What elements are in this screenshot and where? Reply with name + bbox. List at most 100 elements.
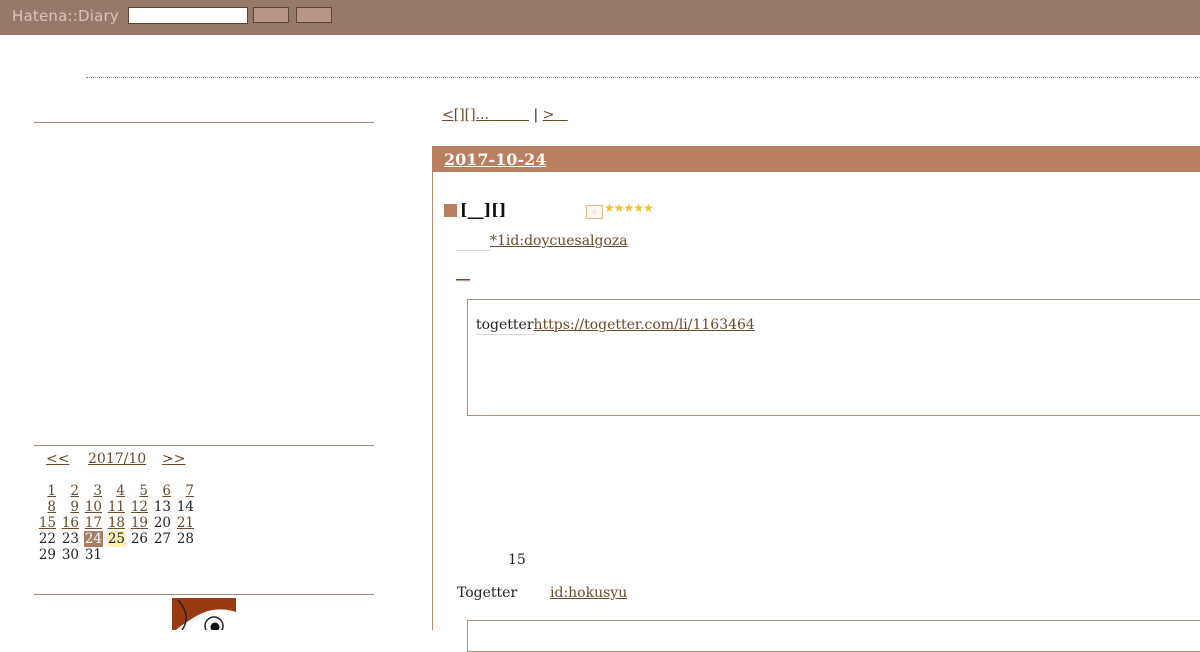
- calendar-cell: 17: [80, 515, 103, 531]
- quote-block-2: [467, 620, 1200, 652]
- calendar-day-today[interactable]: 24: [83, 531, 103, 547]
- calendar-day: 20: [153, 515, 171, 531]
- quote-block: togetterhttps://togetter.com/li/1163464: [467, 299, 1200, 416]
- togetter-url-link[interactable]: https://togetter.com/li/1163464: [534, 317, 755, 333]
- sidebar-divider-bottom: [34, 594, 374, 595]
- quote-underline: [476, 334, 534, 335]
- pager-next-link[interactable]: >: [543, 107, 555, 123]
- calendar-day[interactable]: 5: [138, 483, 149, 499]
- calendar-day[interactable]: 17: [84, 515, 103, 531]
- calendar-cell: 24: [80, 531, 103, 547]
- calendar-cell: 25: [103, 531, 126, 547]
- author-link[interactable]: *1id:doycuesalgoza: [490, 233, 628, 249]
- calendar-cell: 5: [126, 483, 149, 499]
- calendar-day[interactable]: 3: [92, 483, 103, 499]
- calendar-month-link[interactable]: 2017/10: [88, 451, 146, 467]
- calendar-cell: 1: [34, 483, 57, 499]
- calendar-day[interactable]: 9: [69, 499, 80, 515]
- calendar-day[interactable]: 21: [176, 515, 195, 531]
- calendar-cell: 31: [80, 547, 103, 563]
- header-bar: Hatena::Diary: [0, 0, 1200, 35]
- calendar-week: 15 16 17 18 19 20 21: [34, 515, 195, 531]
- date-header: 2017-10-24: [432, 146, 1200, 172]
- calendar-day: 22: [38, 531, 56, 547]
- calendar-cell: 16: [57, 515, 80, 531]
- calendar-day[interactable]: 2: [69, 483, 80, 499]
- calendar-cell: 12: [126, 499, 149, 515]
- add-star-icon[interactable]: ☆: [586, 205, 603, 219]
- author-underline: [456, 250, 490, 251]
- search-button[interactable]: [253, 7, 289, 23]
- quote-text: togetterhttps://togetter.com/li/1163464: [476, 317, 755, 333]
- calendar-cell: 29: [34, 547, 57, 563]
- calendar-cell: 28: [172, 531, 195, 547]
- calendar-week: 22 23 24 25 26 27 28: [34, 531, 195, 547]
- calendar-day[interactable]: 12: [130, 499, 149, 515]
- calendar-cell: 7: [172, 483, 195, 499]
- calendar-cell: 20: [149, 515, 172, 531]
- mascot-image: [172, 598, 236, 630]
- calendar-cell: 21: [172, 515, 195, 531]
- calendar-day[interactable]: 10: [84, 499, 103, 515]
- calendar-cell: 18: [103, 515, 126, 531]
- calendar-prev-link[interactable]: <<: [46, 451, 69, 467]
- calendar-day: 30: [61, 547, 79, 563]
- calendar-day: 23: [61, 531, 79, 547]
- calendar-cell: 15: [34, 515, 57, 531]
- calendar-day: 28: [176, 531, 194, 547]
- pager-next-spacer[interactable]: [554, 107, 567, 123]
- sidebar-divider-top: [34, 122, 374, 123]
- star-rating-icon[interactable]: ★★★★★: [604, 201, 654, 215]
- calendar-week: 29 30 31: [34, 547, 195, 563]
- header-divider: [86, 77, 1200, 78]
- calendar-day[interactable]: 18: [107, 515, 126, 531]
- calendar-day: 31: [84, 547, 102, 563]
- calendar-day: 27: [153, 531, 171, 547]
- calendar-day[interactable]: 4: [115, 483, 126, 499]
- calendar-day[interactable]: 16: [61, 515, 80, 531]
- section-title: [__][]: [460, 200, 507, 219]
- calendar-week: 8 9 10 11 12 13 14: [34, 499, 195, 515]
- pager-prev-spacer[interactable]: [489, 107, 529, 123]
- calendar-cell: 2: [57, 483, 80, 499]
- calendar-cell: 3: [80, 483, 103, 499]
- calendar-day: 14: [176, 499, 194, 515]
- inline-link[interactable]: __: [456, 266, 470, 282]
- search-input[interactable]: [128, 7, 248, 24]
- togetter-label: Togetter: [457, 585, 518, 601]
- calendar-grid: 1 2 3 4 5 6 7 8 9 10 11 12 13 14 15 16 17 18 19 20 21 22 23 24 2…: [34, 483, 195, 563]
- calendar-cell: 6: [149, 483, 172, 499]
- calendar-cell: 9: [57, 499, 80, 515]
- user-id-link[interactable]: id:hokusyu: [550, 585, 627, 601]
- calendar-cell: [172, 547, 195, 563]
- calendar-cell: [103, 547, 126, 563]
- calendar-cell: [149, 547, 172, 563]
- calendar-next-link[interactable]: >>: [162, 451, 185, 467]
- quote-prefix: togetter: [476, 317, 534, 333]
- calendar-day[interactable]: 11: [107, 499, 126, 515]
- calendar-day[interactable]: 7: [184, 483, 195, 499]
- calendar-cell: 30: [57, 547, 80, 563]
- calendar-cell: [126, 547, 149, 563]
- calendar-day[interactable]: 1: [46, 483, 57, 499]
- pager-prev-link[interactable]: <[][]...: [442, 107, 489, 123]
- calendar-cell: 22: [34, 531, 57, 547]
- calendar-cell: 14: [172, 499, 195, 515]
- site-logo[interactable]: Hatena::Diary: [12, 7, 119, 25]
- calendar-day[interactable]: 15: [38, 515, 57, 531]
- calendar-cell: 23: [57, 531, 80, 547]
- sidebar-divider-calendar: [34, 445, 374, 446]
- calendar-cell: 19: [126, 515, 149, 531]
- entry-date-link[interactable]: 2017-10-24: [444, 150, 546, 169]
- calendar-day: 26: [130, 531, 148, 547]
- count-text: 15: [508, 552, 526, 568]
- calendar-day[interactable]: 8: [46, 499, 57, 515]
- pager: <[][]... | >: [442, 107, 568, 123]
- calendar-day[interactable]: 19: [130, 515, 149, 531]
- secondary-button[interactable]: [296, 7, 332, 23]
- calendar-day: 25: [106, 531, 126, 547]
- calendar-day: 29: [38, 547, 56, 563]
- section-square-icon[interactable]: [444, 204, 457, 217]
- calendar-day[interactable]: 6: [161, 483, 172, 499]
- calendar-cell: 27: [149, 531, 172, 547]
